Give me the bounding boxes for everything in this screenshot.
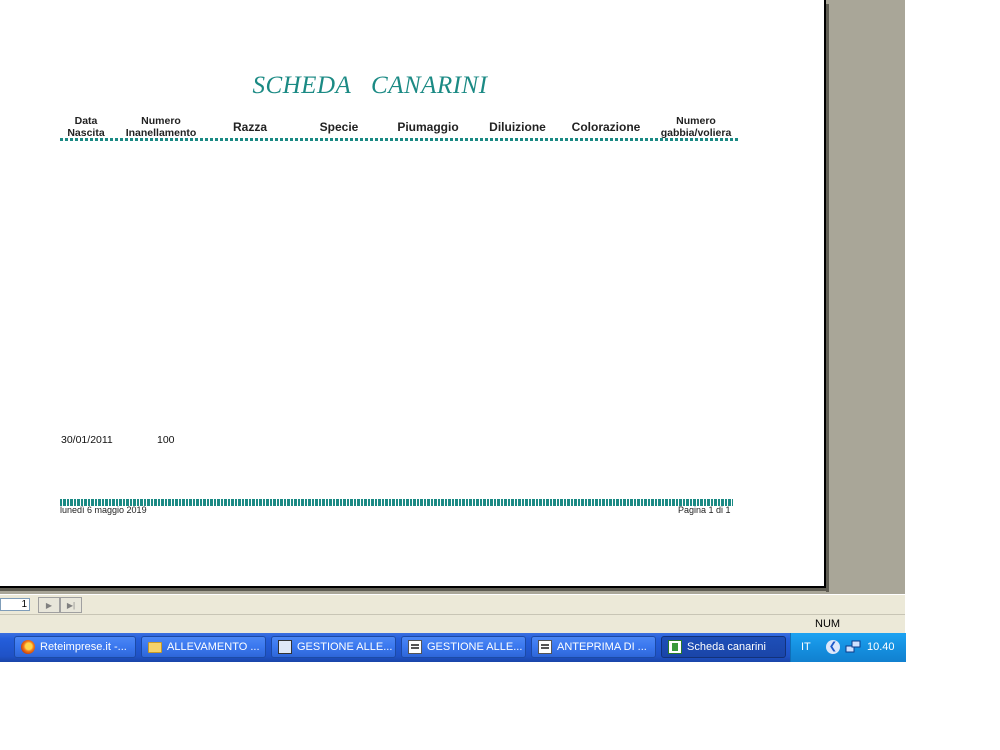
last-page-icon: ▶| [66,600,76,610]
report-page: SCHEDA CANARINI Data Nascita Numero Inanel… [0,0,826,588]
page-shadow-bottom [0,588,829,591]
folder-icon [148,641,162,653]
last-page-button[interactable]: ▶| [60,597,82,613]
firefox-icon [21,640,35,654]
cell-data-nascita: 30/01/2011 [61,434,113,446]
footer-separator [60,499,733,506]
clock: 10.40 [867,641,895,653]
windows-taskbar: Reteimprese.it -... ALLEVAMENTO ... GEST… [0,633,906,662]
report-title: SCHEDA CANARINI [252,72,488,99]
taskbar-button-allevamento[interactable]: ALLEVAMENTO ... [141,636,266,658]
page-shadow-right [826,4,829,592]
taskbar-button-anteprima[interactable]: ANTEPRIMA DI ... [531,636,656,658]
num-lock-indicator: NUM [815,618,841,630]
report-icon [668,640,682,654]
taskbar-button-scheda-canarini[interactable]: Scheda canarini [661,636,786,658]
show-hidden-icons-icon[interactable]: ❮ [826,640,840,654]
language-indicator[interactable]: IT [801,641,811,653]
network-icon[interactable] [845,640,861,654]
cell-numero-inanellamento: 100 [157,434,175,446]
record-navigation-bar: 1 ▶ ▶| [0,594,905,615]
next-page-icon: ▶ [45,600,53,610]
next-page-button[interactable]: ▶ [38,597,60,613]
status-bar: NUM [0,614,905,634]
taskbar-button-gestione-2[interactable]: GESTIONE ALLE... [401,636,526,658]
page-number-input[interactable]: 1 [0,598,30,611]
form-icon [408,640,422,654]
form-icon [538,640,552,654]
system-tray: IT ❮ 10.40 [790,633,906,662]
footer-date: lunedì 6 maggio 2019 [60,505,147,515]
footer-page-count: Pagina 1 di 1 [678,505,731,515]
taskbar-button-reteimprese[interactable]: Reteimprese.it -... [14,636,136,658]
multi-window-icon [278,640,292,654]
taskbar-button-gestione-1[interactable]: GESTIONE ALLE... [271,636,396,658]
header-separator [60,138,740,141]
